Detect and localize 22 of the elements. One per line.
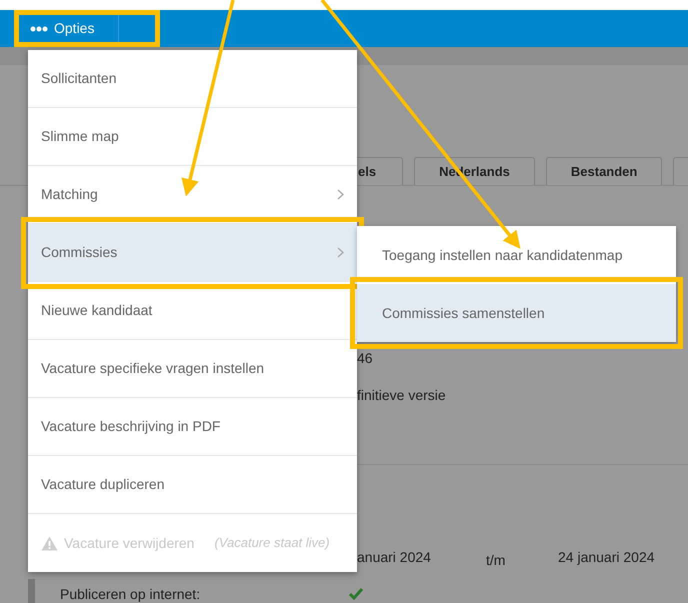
menu-item[interactable]: Vacature dupliceren bbox=[28, 456, 357, 514]
chevron-right-icon bbox=[337, 189, 344, 200]
options-button[interactable]: Opties bbox=[14, 10, 160, 47]
submenu-item[interactable]: Toegang instellen naar kandidatenmap bbox=[357, 226, 676, 284]
menu-item[interactable]: Sollicitanten bbox=[28, 50, 357, 108]
menu-item[interactable]: Vacature beschrijving in PDF bbox=[28, 398, 357, 456]
date-text: anuari 2024 bbox=[357, 548, 432, 567]
menu-item[interactable]: Nieuwe kandidaat bbox=[28, 282, 357, 340]
menu-item[interactable]: Matching bbox=[28, 166, 357, 224]
tab[interactable]: Bestanden bbox=[546, 157, 662, 185]
warning-icon bbox=[41, 536, 58, 550]
submenu-item[interactable]: Commissies samenstellen bbox=[357, 284, 676, 342]
chevron-right-icon bbox=[337, 247, 344, 258]
separator-text: t/m bbox=[486, 551, 506, 570]
dots-icon bbox=[30, 26, 48, 32]
menu-item[interactable]: Slimme map bbox=[28, 108, 357, 166]
menu-item[interactable]: Vacature specifieke vragen instellen bbox=[28, 340, 357, 398]
field-value: finitieve versie bbox=[357, 386, 446, 405]
date-text: 24 januari 2024 bbox=[558, 548, 655, 567]
tab[interactable]: els bbox=[357, 157, 404, 185]
field-label: Publiceren op internet: bbox=[60, 584, 202, 603]
field-value: 46 bbox=[357, 349, 373, 368]
